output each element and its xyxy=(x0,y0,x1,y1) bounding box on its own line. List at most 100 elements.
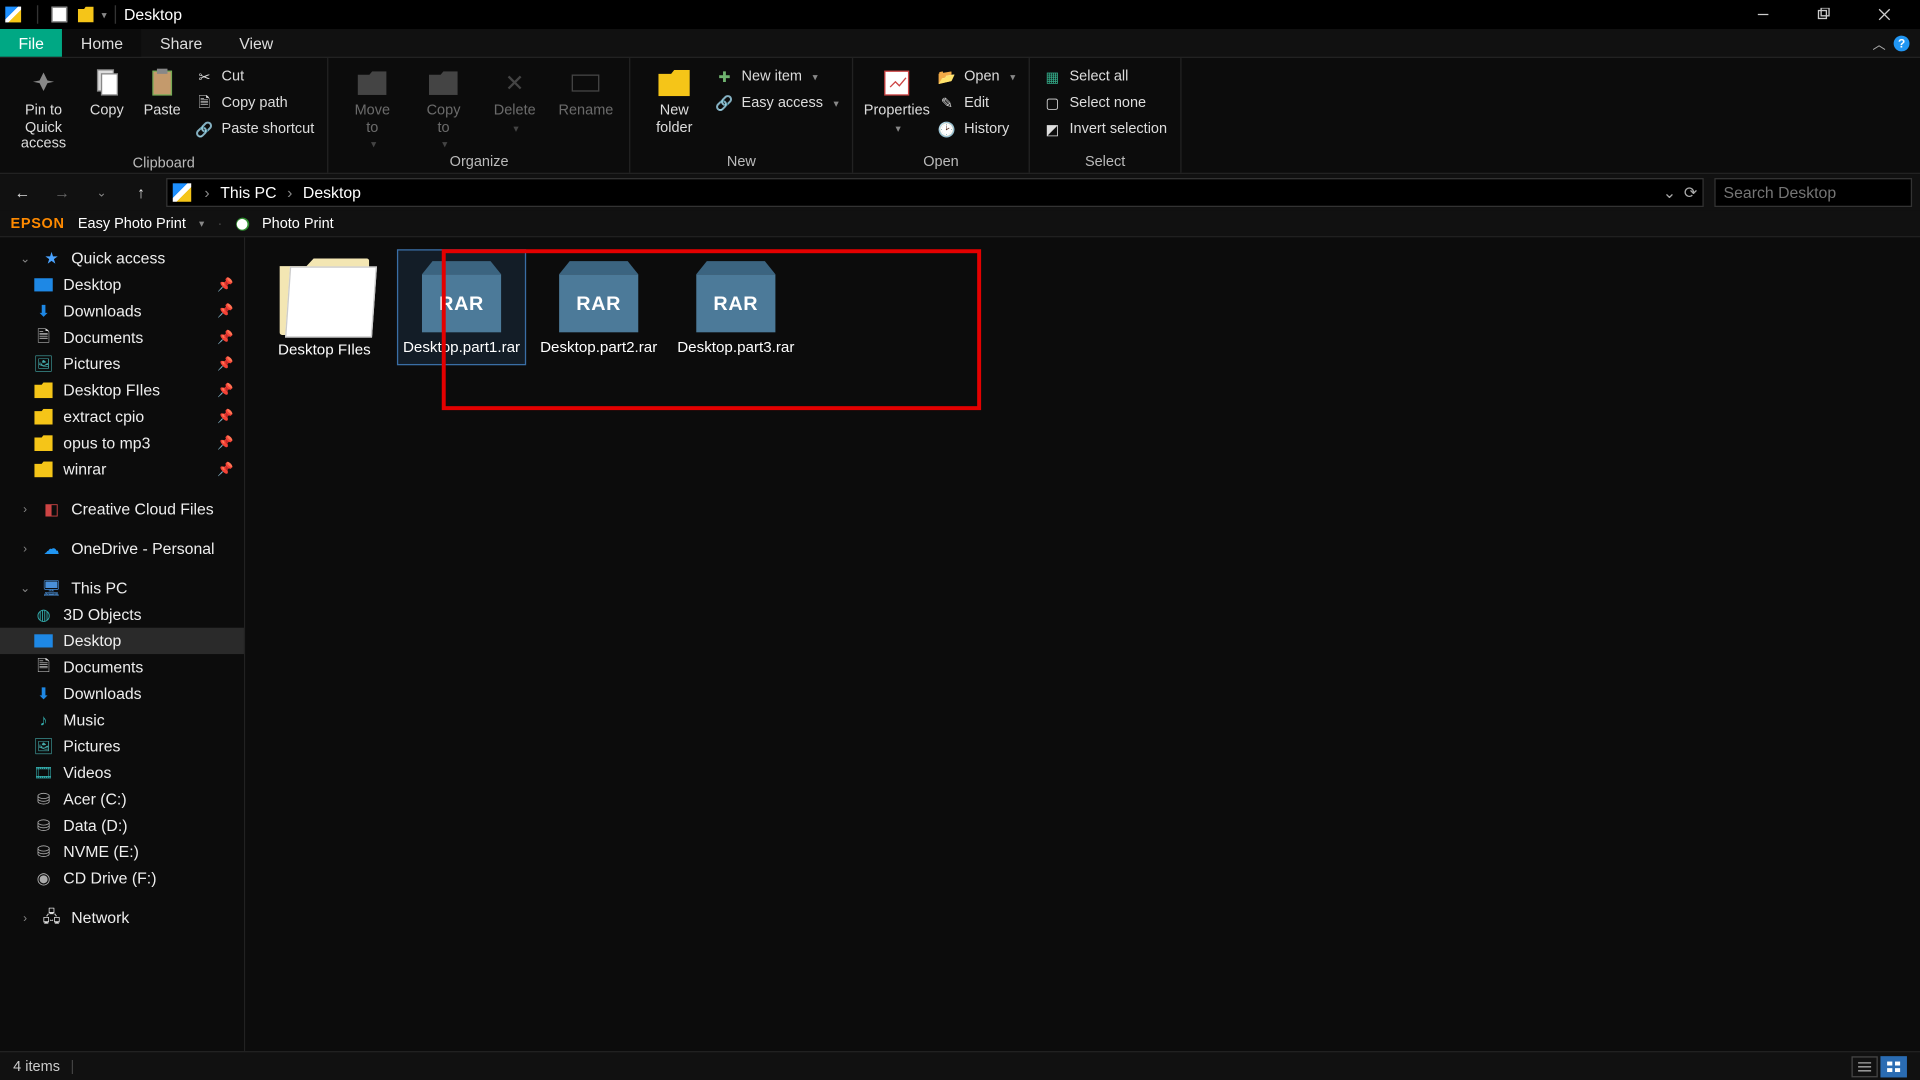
chevron-right-icon[interactable]: › xyxy=(287,183,292,201)
tree-item[interactable]: ⬇Downloads xyxy=(0,680,244,706)
easy-access-button[interactable]: 🔗Easy access▾ xyxy=(713,92,842,113)
invert-selection-button[interactable]: ◩Invert selection xyxy=(1040,119,1169,140)
documents-icon: 🗎 xyxy=(34,658,52,676)
forward-button[interactable]: → xyxy=(47,178,76,207)
rename-icon xyxy=(569,66,603,100)
tree-item[interactable]: Desktop FIles📌 xyxy=(0,377,244,403)
maximize-button[interactable] xyxy=(1793,0,1854,29)
tree-item[interactable]: ⛁NVME (E:) xyxy=(0,839,244,865)
star-icon: ★ xyxy=(42,249,60,267)
rename-button[interactable]: Rename xyxy=(553,61,619,120)
tree-item[interactable]: 🗎Documents📌 xyxy=(0,324,244,350)
collapse-ribbon-icon[interactable]: ︿ xyxy=(1873,33,1886,53)
epson-photo-print[interactable]: Photo Print xyxy=(262,216,334,232)
qat-dropdown-icon[interactable]: ▾ xyxy=(102,9,107,21)
rar-icon: RAR xyxy=(417,258,507,332)
back-button[interactable]: ← xyxy=(8,178,37,207)
tree-item-label: Pictures xyxy=(63,737,120,755)
item-count: 4 items xyxy=(13,1058,60,1074)
file-item[interactable]: Desktop FIles xyxy=(261,251,388,367)
qat-properties-icon[interactable] xyxy=(51,7,67,23)
tab-file[interactable]: File xyxy=(0,29,62,57)
chevron-right-icon[interactable]: › xyxy=(204,183,209,201)
file-item[interactable]: RARDesktop.part1.rar xyxy=(398,251,525,364)
tree-item[interactable]: ◉CD Drive (F:) xyxy=(0,865,244,891)
documents-icon: 🗎 xyxy=(34,328,52,346)
copy-path-button[interactable]: 🗎Copy path xyxy=(193,92,317,113)
tree-onedrive[interactable]: ›☁OneDrive - Personal xyxy=(0,535,244,561)
help-icon[interactable]: ? xyxy=(1894,35,1910,51)
close-button[interactable] xyxy=(1854,0,1915,29)
delete-button[interactable]: ✕Delete▾ xyxy=(482,61,548,135)
copy-to-button[interactable]: Copy to▾ xyxy=(411,61,477,151)
tree-item[interactable]: opus to mp3📌 xyxy=(0,430,244,456)
tree-item[interactable]: ◍ 3D Objects xyxy=(0,601,244,627)
new-item-icon: ✚ xyxy=(715,67,733,85)
tree-this-pc[interactable]: ⌄🖥This PC xyxy=(0,575,244,601)
tree-item[interactable]: Desktop📌 xyxy=(0,272,244,298)
invert-icon: ◩ xyxy=(1043,120,1061,138)
open-button[interactable]: 📂Open▾ xyxy=(935,66,1018,87)
search-box[interactable]: 🔍 xyxy=(1714,178,1912,207)
paste-shortcut-button[interactable]: 🔗Paste shortcut xyxy=(193,119,317,140)
address-bar[interactable]: › This PC › Desktop ⌄ ⟳ xyxy=(166,178,1704,207)
tab-view[interactable]: View xyxy=(221,29,292,57)
new-folder-icon xyxy=(657,66,691,100)
search-input[interactable] xyxy=(1724,183,1920,201)
tree-item[interactable]: 🖼Pictures xyxy=(0,733,244,759)
tab-home[interactable]: Home xyxy=(62,29,141,57)
separator: · xyxy=(218,216,223,232)
refresh-button[interactable]: ⟳ xyxy=(1684,183,1697,201)
icons-view-button[interactable] xyxy=(1880,1056,1906,1077)
tree-item-label: 3D Objects xyxy=(63,605,141,623)
moveto-icon xyxy=(355,66,389,100)
tab-share[interactable]: Share xyxy=(142,29,221,57)
edit-button[interactable]: ✎Edit xyxy=(935,92,1018,113)
new-folder-button[interactable]: New folder xyxy=(641,61,707,137)
tree-item[interactable]: extract cpio📌 xyxy=(0,404,244,430)
chevron-down-icon[interactable]: ▾ xyxy=(199,218,204,230)
tree-network[interactable]: ›🖧Network xyxy=(0,905,244,931)
ribbon: Pin to Quick access Copy Paste ✂Cut 🗎Cop… xyxy=(0,58,1920,174)
file-item[interactable]: RARDesktop.part3.rar xyxy=(673,251,800,364)
tree-item[interactable]: Desktop xyxy=(0,628,244,654)
tree-quick-access[interactable]: ⌄★Quick access xyxy=(0,245,244,271)
breadcrumb[interactable]: Desktop xyxy=(298,183,367,201)
qat-newfolder-icon[interactable] xyxy=(78,7,94,23)
epson-easy-photo-print[interactable]: Easy Photo Print xyxy=(78,216,186,232)
tree-creative-cloud[interactable]: ›◧Creative Cloud Files xyxy=(0,496,244,522)
paste-shortcut-icon: 🔗 xyxy=(195,120,213,138)
tree-item-label: opus to mp3 xyxy=(63,434,150,452)
paste-button[interactable]: Paste xyxy=(137,61,187,120)
minimize-button[interactable] xyxy=(1733,0,1794,29)
address-dropdown-icon[interactable]: ⌄ xyxy=(1663,183,1676,201)
cut-button[interactable]: ✂Cut xyxy=(193,66,317,87)
tree-item[interactable]: 🗎Documents xyxy=(0,654,244,680)
cc-icon: ◧ xyxy=(42,500,60,518)
select-all-button[interactable]: ▦Select all xyxy=(1040,66,1169,87)
recent-dropdown[interactable]: ⌄ xyxy=(87,178,116,207)
nav-pane[interactable]: ⌄★Quick access Desktop📌⬇Downloads📌🗎Docum… xyxy=(0,237,245,1051)
select-none-button[interactable]: ▢Select none xyxy=(1040,92,1169,113)
tree-item[interactable]: ⬇Downloads📌 xyxy=(0,298,244,324)
copy-button[interactable]: Copy xyxy=(82,61,132,120)
content-area[interactable]: Desktop FIlesRARDesktop.part1.rarRARDesk… xyxy=(245,237,1920,1051)
properties-button[interactable]: Properties▾ xyxy=(864,61,930,135)
folder-icon xyxy=(34,462,52,478)
file-item[interactable]: RARDesktop.part2.rar xyxy=(535,251,662,364)
up-button[interactable]: ↑ xyxy=(127,178,156,207)
tree-item[interactable]: ♪Music xyxy=(0,707,244,733)
tree-item[interactable]: 🎞Videos xyxy=(0,760,244,786)
ribbon-group-label: Open xyxy=(864,152,1018,173)
tree-item[interactable]: ⛁Acer (C:) xyxy=(0,786,244,812)
new-item-button[interactable]: ✚New item▾ xyxy=(713,66,842,87)
history-button[interactable]: 🕑History xyxy=(935,119,1018,140)
tree-item[interactable]: winrar📌 xyxy=(0,456,244,482)
3d-icon: ◍ xyxy=(34,605,52,623)
breadcrumb[interactable]: This PC xyxy=(215,183,282,201)
pin-quick-access-button[interactable]: Pin to Quick access xyxy=(11,61,77,153)
tree-item[interactable]: 🖼Pictures📌 xyxy=(0,351,244,377)
tree-item[interactable]: ⛁Data (D:) xyxy=(0,812,244,838)
move-to-button[interactable]: Move to▾ xyxy=(339,61,405,151)
details-view-button[interactable] xyxy=(1851,1056,1877,1077)
